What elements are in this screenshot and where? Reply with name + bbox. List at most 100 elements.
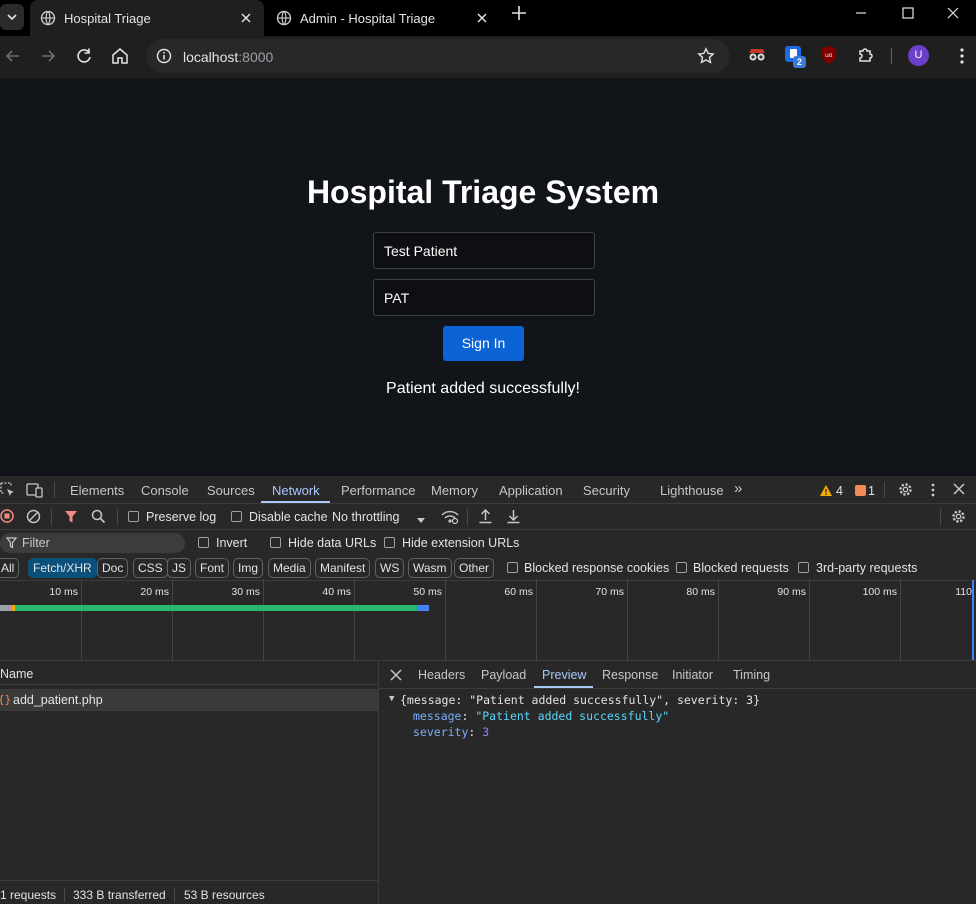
tab-security[interactable]: Security xyxy=(583,483,630,498)
bookmark-star-icon[interactable] xyxy=(697,47,715,68)
filter-chip-js[interactable]: JS xyxy=(167,558,192,578)
reload-icon[interactable] xyxy=(74,46,94,66)
tab-application[interactable]: Application xyxy=(499,483,563,498)
filter-chip-manifest[interactable]: Manifest xyxy=(315,558,371,578)
profile-avatar[interactable]: U xyxy=(908,45,929,66)
sign-in-button[interactable]: Sign In xyxy=(443,326,524,361)
tab-performance[interactable]: Performance xyxy=(341,483,415,498)
invert-checkbox[interactable] xyxy=(198,537,209,548)
issues-icon[interactable] xyxy=(855,485,866,496)
inspect-element-icon[interactable] xyxy=(0,482,16,501)
close-icon[interactable] xyxy=(238,10,254,26)
throttling-select[interactable]: No throttling xyxy=(332,510,399,524)
back-icon[interactable] xyxy=(3,46,23,66)
tab-console[interactable]: Console xyxy=(141,483,189,498)
tab-network[interactable]: Network xyxy=(272,483,320,498)
minimize-icon[interactable] xyxy=(852,4,870,22)
filter-icon xyxy=(5,537,18,552)
filter-chip-wasm[interactable]: Wasm xyxy=(408,558,452,578)
timeline-end-marker xyxy=(972,580,974,660)
page-viewport: Hospital Triage System Sign In Patient a… xyxy=(0,78,976,476)
search-icon[interactable] xyxy=(91,509,106,527)
forward-icon[interactable] xyxy=(38,46,58,66)
tab-admin[interactable]: Admin - Hospital Triage xyxy=(266,0,500,36)
third-party-checkbox[interactable] xyxy=(798,562,809,573)
browser-menu-icon[interactable] xyxy=(958,47,966,68)
filter-chip-doc[interactable]: Doc xyxy=(97,558,129,578)
record-stop-icon[interactable] xyxy=(0,509,14,526)
table-row[interactable]: {} add_patient.php xyxy=(0,689,378,711)
export-har-icon[interactable] xyxy=(506,508,521,527)
extension-badge-icon[interactable]: 2 xyxy=(784,44,806,68)
devtools-panel: Elements Console Sources Network Perform… xyxy=(0,476,976,904)
new-tab-icon[interactable] xyxy=(510,4,528,22)
timeline-tick-label: 40 ms xyxy=(322,586,351,598)
filter-chip-fetch-xhr[interactable]: Fetch/XHR xyxy=(28,558,97,578)
tab-memory[interactable]: Memory xyxy=(431,483,478,498)
filter-chip-font[interactable]: Font xyxy=(195,558,230,578)
warning-icon[interactable] xyxy=(819,484,833,500)
filter-chip-ws[interactable]: WS xyxy=(375,558,405,578)
filter-chip-css[interactable]: CSS xyxy=(133,558,168,578)
tab-timing[interactable]: Timing xyxy=(733,668,770,682)
hide-ext-urls-checkbox[interactable] xyxy=(384,537,395,548)
expand-triangle-icon[interactable]: ▼ xyxy=(389,694,394,704)
home-icon[interactable] xyxy=(110,46,130,66)
filter-input[interactable]: Filter xyxy=(0,533,185,553)
site-info-icon[interactable] xyxy=(156,48,172,67)
json-key: severity xyxy=(413,725,469,739)
status-resources: 53 B resources xyxy=(184,888,265,902)
disable-cache-checkbox[interactable] xyxy=(231,511,242,522)
address-bar[interactable]: localhost:8000 xyxy=(146,39,730,73)
blocked-cookies-checkbox[interactable] xyxy=(507,562,518,573)
page-title: Hospital Triage System xyxy=(306,174,660,210)
patient-code-input[interactable] xyxy=(373,279,595,316)
xhr-request-icon: {} xyxy=(0,693,12,706)
timeline-tick-label: 60 ms xyxy=(504,586,533,598)
network-settings-gear-icon[interactable] xyxy=(950,508,967,528)
tab-lighthouse[interactable]: Lighthouse xyxy=(660,483,724,498)
tab-elements[interactable]: Elements xyxy=(70,483,124,498)
clear-icon[interactable] xyxy=(26,509,41,527)
maximize-icon[interactable] xyxy=(899,4,917,22)
close-icon[interactable] xyxy=(474,10,490,26)
tab-hospital-triage[interactable]: Hospital Triage xyxy=(30,0,264,36)
tab-search-button[interactable] xyxy=(0,4,24,30)
divider xyxy=(467,509,468,525)
tab-sources[interactable]: Sources xyxy=(207,483,255,498)
window-close-icon[interactable] xyxy=(944,4,962,22)
patient-name-input[interactable] xyxy=(373,232,595,269)
devtools-menu-icon[interactable] xyxy=(929,482,937,501)
timeline-tick-label: 100 ms xyxy=(862,586,897,598)
tab-initiator[interactable]: Initiator xyxy=(672,668,713,682)
network-conditions-icon[interactable] xyxy=(441,509,459,528)
tab-payload[interactable]: Payload xyxy=(481,668,526,682)
settings-gear-icon[interactable] xyxy=(897,481,914,501)
hide-data-urls-checkbox[interactable] xyxy=(270,537,281,548)
filter-chip-all[interactable]: All xyxy=(0,558,20,578)
close-devtools-icon[interactable] xyxy=(952,482,966,499)
tab-headers[interactable]: Headers xyxy=(418,668,465,682)
third-party-label: 3rd-party requests xyxy=(816,561,918,575)
divider xyxy=(174,888,175,902)
tab-response[interactable]: Response xyxy=(602,668,658,682)
extension-spy-icon[interactable] xyxy=(747,45,767,65)
extensions-puzzle-icon[interactable] xyxy=(856,45,876,68)
name-column-header[interactable]: Name xyxy=(0,667,33,681)
ublock-icon[interactable]: uo xyxy=(820,45,838,65)
preview-severity-row: severity: 3 xyxy=(413,725,490,739)
filter-chip-img[interactable]: Img xyxy=(233,558,264,578)
preserve-log-checkbox[interactable] xyxy=(128,511,139,522)
filter-chip-media[interactable]: Media xyxy=(268,558,311,578)
timeline-gridline xyxy=(81,579,82,660)
close-details-icon[interactable] xyxy=(390,669,402,684)
device-toolbar-icon[interactable] xyxy=(26,482,44,501)
invert-label: Invert xyxy=(216,536,248,550)
blocked-requests-checkbox[interactable] xyxy=(676,562,687,573)
import-har-icon[interactable] xyxy=(478,508,493,527)
dropdown-arrow-icon[interactable] xyxy=(416,513,426,528)
more-tabs-chevron-icon[interactable]: » xyxy=(734,480,742,497)
filter-funnel-icon[interactable] xyxy=(64,509,78,527)
tab-preview[interactable]: Preview xyxy=(542,668,586,682)
filter-chip-other[interactable]: Other xyxy=(454,558,495,578)
